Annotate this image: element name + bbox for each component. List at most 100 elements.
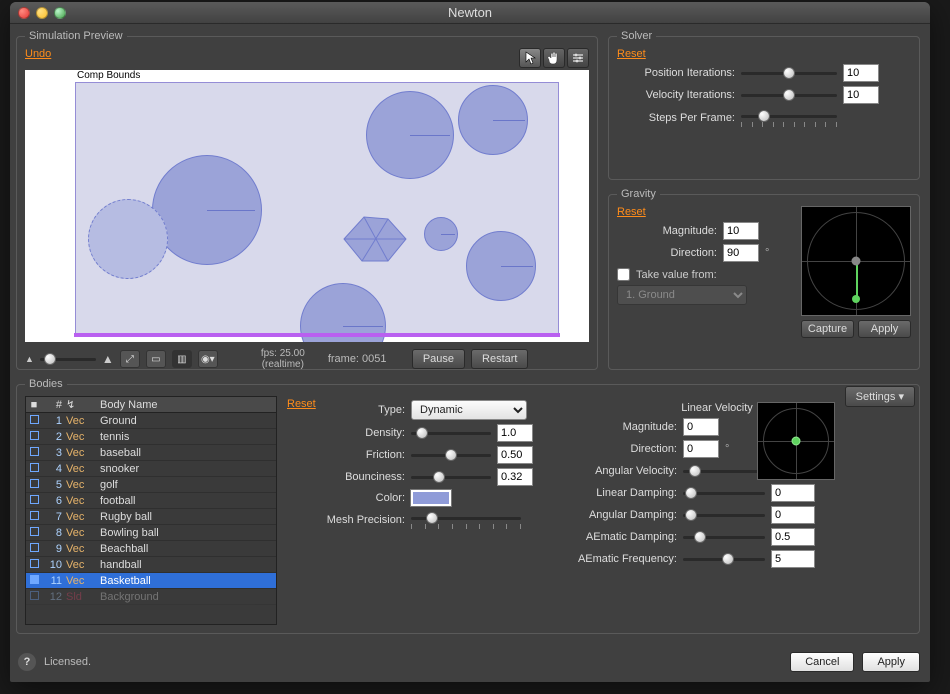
titlebar: Newton [10,2,930,24]
settings-tool-icon[interactable] [567,48,589,68]
bodies-legend: Bodies [25,378,67,390]
take-value-checkbox[interactable] [617,268,630,281]
type-select[interactable]: Dynamic [411,400,527,420]
aefreq-label: AEmatic Frequency: [577,553,677,565]
restart-button[interactable]: Restart [471,349,528,369]
vel-iter-slider[interactable] [741,87,837,103]
undo-button[interactable]: Undo [25,48,51,60]
vel-iter-label: Velocity Iterations: [617,89,735,101]
linvel-direction-widget[interactable] [757,402,835,480]
color-swatch[interactable] [411,490,451,506]
vel-iter-value[interactable] [843,86,879,104]
density-label: Density: [287,427,405,439]
bodies-table[interactable]: ■ # ↯ Body Name 1VecGround2Vectennis3Vec… [25,396,277,625]
type-label: Type: [287,404,405,416]
gravity-capture-button[interactable]: Capture [801,320,854,338]
apply-button[interactable]: Apply [862,652,920,672]
table-row[interactable]: 11VecBasketball [26,573,276,589]
comp-bounds-label: Comp Bounds [77,70,140,81]
mesh-label: Mesh Precision: [287,514,405,526]
linvel-mag-label: Magnitude: [577,421,677,433]
gravity-magnitude-value[interactable] [723,222,759,240]
table-row[interactable]: 8VecBowling ball [26,525,276,541]
cancel-button[interactable]: Cancel [790,652,854,672]
simulation-preview-legend: Simulation Preview [25,30,127,42]
table-row[interactable]: 7VecRugby ball [26,509,276,525]
gravity-direction-label: Direction: [617,247,717,259]
pause-button[interactable]: Pause [412,349,465,369]
table-row[interactable]: 2Vectennis [26,429,276,445]
steps-slider[interactable] [741,108,837,128]
bounciness-value[interactable] [497,468,533,486]
table-row[interactable]: 10Vechandball [26,557,276,573]
bodies-panel: Bodies Settings ▾ ■ # ↯ Body Name 1VecGr… [16,378,920,634]
pos-iter-value[interactable] [843,64,879,82]
take-value-label: Take value from: [636,269,717,281]
angvel-label: Angular Velocity: [577,465,677,477]
zoom-out-icon[interactable]: ▲ [25,354,34,364]
density-value[interactable] [497,424,533,442]
preview-canvas[interactable]: Comp Bounds [25,70,589,342]
aefreq-slider[interactable] [683,551,765,567]
gravity-apply-button[interactable]: Apply [858,320,911,338]
bounciness-slider[interactable] [411,469,491,485]
help-icon[interactable]: ? [18,653,36,671]
view-mode-b-icon[interactable]: ▥ [172,350,192,368]
lindamp-label: Linear Damping: [577,487,677,499]
linvel-dir-label: Direction: [577,443,677,455]
aedamp-value[interactable] [771,528,815,546]
hand-tool-icon[interactable] [543,48,565,68]
table-row[interactable]: 5Vecgolf [26,477,276,493]
table-header: ■ # ↯ Body Name [26,397,276,413]
gravity-panel: Gravity Reset Magnitude: Direction: ° [608,188,920,370]
table-row[interactable]: 1VecGround [26,413,276,429]
color-label: Color: [287,492,405,504]
table-row[interactable]: 6Vecfootball [26,493,276,509]
footer: ? Licensed. Cancel Apply [18,650,920,674]
frame-readout: frame: 0051 [328,353,406,365]
linvel-mag-value[interactable] [683,418,719,436]
aedamp-slider[interactable] [683,529,765,545]
fit-icon[interactable]: ⤢ [120,350,140,368]
table-row[interactable]: 4Vecsnooker [26,461,276,477]
solver-panel: Solver Reset Position Iterations: Veloci… [608,30,920,180]
linvel-dir-value[interactable] [683,440,719,458]
comp-stage [75,82,559,336]
solver-legend: Solver [617,30,656,42]
view-options-icon[interactable]: ◉▾ [198,350,218,368]
arrow-tool-icon[interactable] [519,48,541,68]
bounciness-label: Bounciness: [287,471,405,483]
gravity-magnitude-label: Magnitude: [617,225,717,237]
lindamp-value[interactable] [771,484,815,502]
mesh-slider[interactable] [411,510,521,530]
solver-reset-button[interactable]: Reset [617,48,646,60]
gravity-source-select[interactable]: 1. Ground [617,285,747,305]
body-params: Reset Type: Dynamic Density: [287,396,911,625]
fps-readout: fps: 25.00 (realtime) [244,348,322,370]
pos-iter-slider[interactable] [741,65,837,81]
gravity-direction-value[interactable] [723,244,759,262]
table-row[interactable]: 3Vecbaseball [26,445,276,461]
angdamp-label: Angular Damping: [577,509,677,521]
view-mode-icon[interactable]: ▭ [146,350,166,368]
angvel-slider[interactable] [683,463,765,479]
zoom-slider[interactable] [40,351,96,367]
density-slider[interactable] [411,425,491,441]
pos-iter-label: Position Iterations: [617,67,735,79]
zoom-in-icon[interactable]: ▲ [102,352,114,366]
aefreq-value[interactable] [771,550,815,568]
friction-value[interactable] [497,446,533,464]
gravity-direction-widget[interactable] [801,206,911,316]
friction-label: Friction: [287,449,405,461]
gravity-reset-button[interactable]: Reset [617,206,646,218]
window-title: Newton [10,5,930,20]
angdamp-slider[interactable] [683,507,765,523]
table-row[interactable]: 9VecBeachball [26,541,276,557]
friction-slider[interactable] [411,447,491,463]
table-row[interactable]: 12SldBackground [26,589,276,605]
simulation-preview-panel: Simulation Preview Undo Comp Bounds [16,30,598,370]
lindamp-slider[interactable] [683,485,765,501]
steps-label: Steps Per Frame: [617,112,735,124]
angdamp-value[interactable] [771,506,815,524]
newton-window: Newton Simulation Preview Undo [10,2,930,682]
